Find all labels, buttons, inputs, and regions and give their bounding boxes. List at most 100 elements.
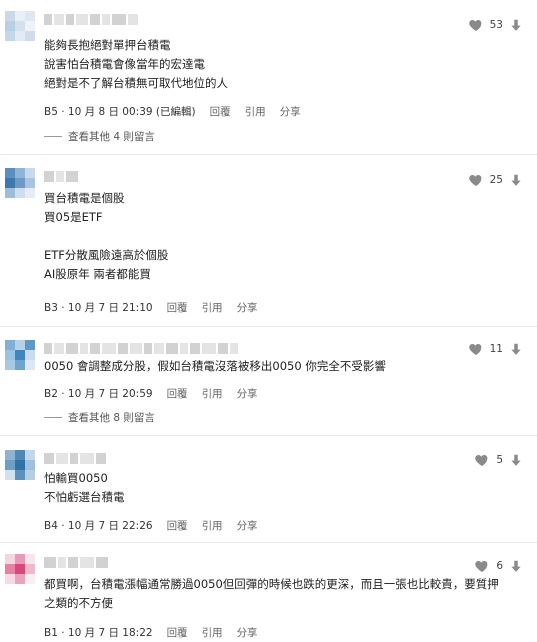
name-blur-block xyxy=(90,14,100,25)
avatar-pixel xyxy=(5,31,15,41)
avatar-pixel xyxy=(25,168,35,178)
like-count: 11 xyxy=(489,343,503,355)
comment-line: 不怕虧選台積電 xyxy=(44,490,125,504)
name-blur-block xyxy=(190,343,200,354)
floor-number: B4 xyxy=(44,520,58,532)
share-button[interactable]: 分享 xyxy=(237,386,258,401)
heart-icon[interactable] xyxy=(474,558,490,574)
reply-button[interactable]: 回覆 xyxy=(167,625,188,640)
name-blur-block xyxy=(56,453,68,464)
share-button[interactable]: 分享 xyxy=(237,518,258,533)
reply-button[interactable]: 回覆 xyxy=(167,518,188,533)
avatar[interactable] xyxy=(4,10,36,42)
name-blur-block xyxy=(56,171,64,182)
author-name-blurred[interactable] xyxy=(44,171,78,182)
floor-and-time: B2 · 10 月 7 日 20:59 xyxy=(44,386,153,401)
comment-line: AI股原年 兩者都能買 xyxy=(44,267,151,281)
name-blur-block xyxy=(76,14,88,25)
author-name-blurred[interactable] xyxy=(44,14,138,25)
meta-separator: · xyxy=(57,388,68,400)
avatar-pixel xyxy=(15,178,25,188)
name-blur-block xyxy=(44,171,54,182)
quote-button[interactable]: 引用 xyxy=(202,625,223,640)
avatar[interactable] xyxy=(4,553,36,585)
avatar-pixel xyxy=(15,168,25,178)
comment-feed: 能夠長抱絕對單押台積電 說害怕台積電會像當年的宏達電 絕對是不了解台積無可取代地位的… xyxy=(0,0,537,642)
floor-number: B2 xyxy=(44,388,58,400)
comment-line: 買台積電是個股 xyxy=(44,191,125,205)
downvote-icon[interactable] xyxy=(509,558,523,574)
author-name-blurred[interactable] xyxy=(44,453,106,464)
heart-icon[interactable] xyxy=(474,452,490,468)
floor-number: B3 xyxy=(44,302,58,314)
meta-separator: · xyxy=(57,106,68,118)
avatar-pixel xyxy=(25,554,35,564)
share-button[interactable]: 分享 xyxy=(237,625,258,640)
avatar[interactable] xyxy=(4,339,36,371)
comment-line: 絕對是不了解台積無可取代地位的人 xyxy=(44,76,228,90)
avatar-pixel xyxy=(25,340,35,350)
avatar-pixel xyxy=(25,188,35,198)
quote-button[interactable]: 引用 xyxy=(202,518,223,533)
avatar-pixel xyxy=(15,450,25,460)
downvote-icon[interactable] xyxy=(509,17,523,33)
name-blur-block xyxy=(54,343,64,354)
name-blur-block xyxy=(144,343,152,354)
downvote-icon[interactable] xyxy=(509,172,523,188)
view-more-replies-link[interactable]: 查看其他 8 則留言 xyxy=(44,410,155,425)
comment-body: 怕輸買0050 不怕虧選台積電 xyxy=(44,469,514,507)
name-blur-block xyxy=(96,557,108,568)
reply-button[interactable]: 回覆 xyxy=(167,300,188,315)
quote-button[interactable]: 引用 xyxy=(245,104,266,119)
share-button[interactable]: 分享 xyxy=(237,300,258,315)
name-blur-block xyxy=(180,343,188,354)
avatar-pixel xyxy=(5,460,15,470)
name-blur-block xyxy=(54,14,64,25)
avatar-pixel xyxy=(25,350,35,360)
reply-button[interactable]: 回覆 xyxy=(210,104,231,119)
floor-and-time: B3 · 10 月 7 日 21:10 xyxy=(44,300,153,315)
avatar-pixel xyxy=(25,31,35,41)
name-blur-block xyxy=(66,171,78,182)
floor-and-time: B4 · 10 月 7 日 22:26 xyxy=(44,518,153,533)
reply-button[interactable]: 回覆 xyxy=(167,386,188,401)
floor-number: B1 xyxy=(44,627,58,639)
avatar-pixel xyxy=(15,554,25,564)
name-blur-block xyxy=(218,343,228,354)
author-name-blurred[interactable] xyxy=(44,557,108,568)
avatar-pixel xyxy=(5,574,15,584)
comment-meta: B4 · 10 月 7 日 22:26 回覆 引用 分享 xyxy=(44,518,258,533)
downvote-icon[interactable] xyxy=(509,341,523,357)
comment-divider xyxy=(0,154,537,155)
timestamp: 10 月 7 日 18:22 xyxy=(67,627,153,639)
comment-meta: B3 · 10 月 7 日 21:10 回覆 引用 分享 xyxy=(44,300,258,315)
avatar-pixel xyxy=(25,574,35,584)
view-more-replies-link[interactable]: 查看其他 4 則留言 xyxy=(44,129,155,144)
avatar-pixel xyxy=(15,21,25,31)
meta-separator: · xyxy=(57,627,68,639)
timestamp: 10 月 7 日 20:59 xyxy=(67,388,153,400)
avatar-pixel xyxy=(25,360,35,370)
name-blur-block xyxy=(80,453,94,464)
avatar-pixel xyxy=(5,350,15,360)
author-name-blurred[interactable] xyxy=(44,343,238,354)
avatar[interactable] xyxy=(4,167,36,199)
timestamp: 10 月 7 日 22:26 xyxy=(67,520,153,532)
heart-icon[interactable] xyxy=(468,17,484,33)
heart-icon[interactable] xyxy=(468,341,484,357)
downvote-icon[interactable] xyxy=(509,452,523,468)
vote-controls: 5 xyxy=(474,452,523,468)
heart-icon[interactable] xyxy=(468,172,484,188)
vote-controls: 11 xyxy=(468,341,523,357)
share-button[interactable]: 分享 xyxy=(280,104,301,119)
quote-button[interactable]: 引用 xyxy=(202,386,223,401)
comment-divider xyxy=(0,435,537,436)
avatar-pixel xyxy=(5,360,15,370)
avatar-pixel xyxy=(5,554,15,564)
vote-controls: 6 xyxy=(474,558,523,574)
quote-button[interactable]: 引用 xyxy=(202,300,223,315)
comment-body: 都買啊，台積電漲幅通常勝過0050但回彈的時候也跌的更深，而且一張也比較貴，要質… xyxy=(44,575,514,613)
avatar-pixel xyxy=(5,21,15,31)
avatar[interactable] xyxy=(4,449,36,481)
name-blur-block xyxy=(128,14,138,25)
